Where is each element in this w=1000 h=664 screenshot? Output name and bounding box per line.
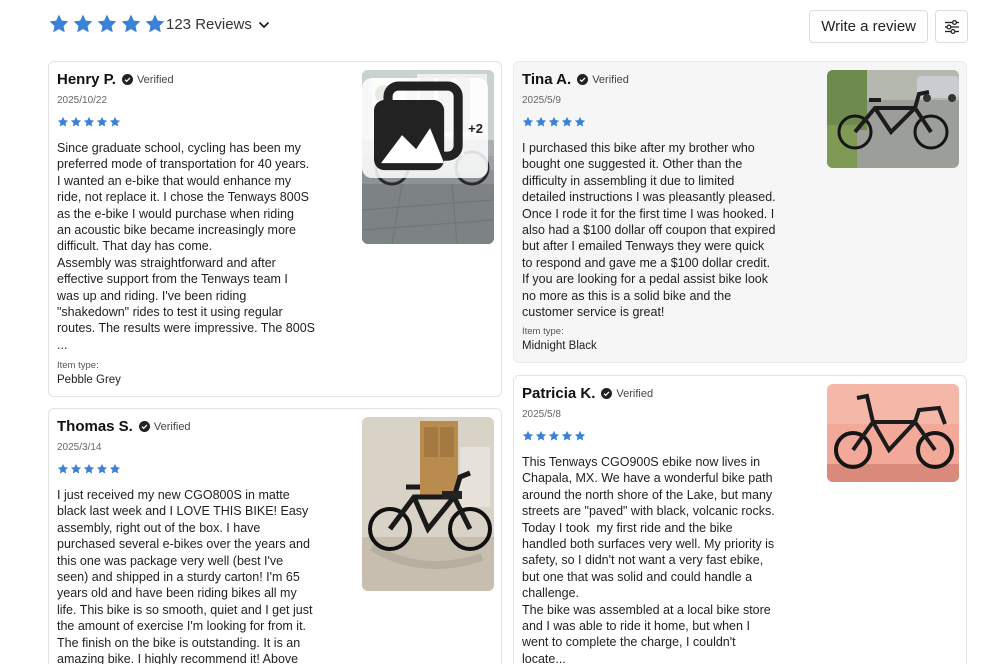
review-date: 2025/10/22	[57, 95, 108, 106]
item-type-value: Pebble Grey	[57, 374, 121, 386]
more-photos-badge[interactable]: +2	[362, 78, 488, 179]
overall-rating-stars	[48, 13, 166, 35]
write-review-button[interactable]: Write a review	[809, 10, 928, 43]
star-icon	[522, 116, 534, 127]
star-icon	[73, 14, 93, 33]
star-icon	[535, 430, 547, 441]
verified-badge: Verified	[138, 420, 191, 433]
review-body[interactable]: I just received my new CGO800S in matte …	[57, 487, 339, 664]
star-icon	[574, 430, 586, 441]
verified-label: Verified	[592, 73, 629, 86]
bike-driveway-photo	[827, 70, 959, 168]
star-icon	[70, 463, 82, 474]
review-rating-stars	[57, 116, 121, 128]
chevron-down-icon	[258, 21, 269, 28]
reviews-count-dropdown[interactable]: 123 Reviews	[166, 16, 270, 33]
verified-badge: Verified	[577, 74, 629, 86]
review-card: Tina A. Verified 2025/5/9 I purchased th…	[513, 61, 967, 363]
reviewer-name: Patricia K.	[522, 385, 596, 402]
reviews-count-label: 123 Reviews	[166, 16, 252, 33]
reviewer-name: Thomas S.	[57, 418, 133, 435]
review-photo[interactable]	[827, 70, 959, 168]
star-icon	[109, 463, 121, 474]
review-card: Thomas S. Verified 2025/3/14 I just rece…	[48, 408, 502, 664]
star-icon	[145, 14, 165, 33]
review-body[interactable]: Since graduate school, cycling has been …	[57, 140, 339, 353]
star-icon	[49, 14, 69, 33]
verified-label: Verified	[136, 73, 174, 86]
star-icon	[561, 116, 573, 127]
star-icon	[96, 463, 108, 474]
star-icon	[70, 116, 82, 127]
review-rating-stars	[522, 430, 586, 442]
sliders-icon	[944, 19, 959, 34]
verified-badge: Verified	[601, 388, 653, 400]
reviews-header: 123 Reviews Write a review	[48, 10, 968, 44]
review-card: Patricia K. Verified 2025/5/8 This Tenwa…	[513, 375, 967, 664]
review-body[interactable]: I purchased this bike after my brother w…	[522, 140, 804, 320]
item-type-label: Item type:	[57, 360, 99, 371]
star-icon	[548, 430, 560, 441]
star-icon	[574, 116, 586, 127]
review-card: Henry P. Verified 2025/10/22 Since gradu…	[48, 61, 502, 397]
filter-button[interactable]	[935, 10, 968, 43]
verified-label: Verified	[153, 420, 191, 433]
star-icon	[121, 14, 141, 33]
star-icon	[57, 463, 69, 474]
star-icon	[83, 463, 95, 474]
verified-check-icon	[577, 74, 589, 85]
verified-label: Verified	[616, 387, 654, 400]
bike-pink-wall-photo	[827, 384, 959, 482]
verified-check-icon	[138, 421, 150, 432]
star-icon	[561, 430, 573, 441]
reviewer-name: Tina A.	[522, 71, 572, 88]
verified-check-icon	[121, 74, 133, 85]
star-icon	[97, 14, 117, 33]
review-rating-stars	[522, 116, 586, 128]
star-icon	[522, 430, 534, 441]
star-icon	[548, 116, 560, 127]
item-type-value: Midnight Black	[522, 340, 597, 352]
star-icon	[96, 116, 108, 127]
review-date: 2025/5/9	[522, 95, 561, 106]
reviewer-name: Henry P.	[57, 71, 116, 88]
star-icon	[83, 116, 95, 127]
item-type-label: Item type:	[522, 326, 564, 337]
bike-indoor-photo	[362, 417, 494, 591]
review-photo[interactable]: +2	[362, 70, 494, 244]
review-body[interactable]: This Tenways CGO900S ebike now lives in …	[522, 454, 804, 664]
review-photo[interactable]	[362, 417, 494, 591]
review-date: 2025/5/8	[522, 409, 561, 420]
star-icon	[535, 116, 547, 127]
verified-badge: Verified	[121, 73, 174, 86]
review-date: 2025/3/14	[57, 442, 102, 453]
star-icon	[57, 116, 69, 127]
image-gallery-icon	[374, 81, 463, 171]
review-rating-stars	[57, 463, 121, 475]
review-photo[interactable]	[827, 384, 959, 482]
verified-check-icon	[601, 388, 613, 399]
more-photos-count: +2	[468, 120, 483, 136]
star-icon	[109, 116, 121, 127]
